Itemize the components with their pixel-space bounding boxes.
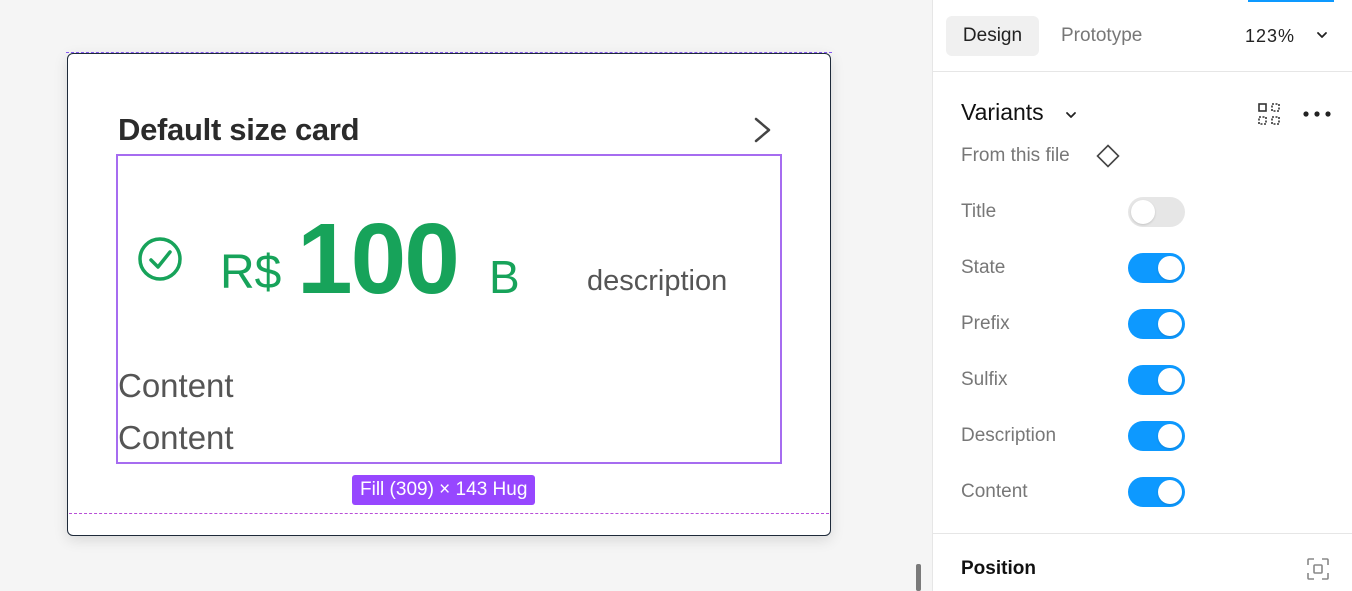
toggle-knob bbox=[1158, 480, 1182, 504]
tab-design[interactable]: Design bbox=[946, 16, 1039, 56]
chevron-right-icon[interactable] bbox=[752, 117, 774, 143]
position-heading: Position bbox=[961, 558, 1036, 579]
tab-prototype[interactable]: Prototype bbox=[1061, 16, 1142, 56]
toggle-sulfix[interactable] bbox=[1128, 365, 1185, 395]
top-accent-bar bbox=[1248, 0, 1334, 2]
value-suffix: B bbox=[489, 251, 520, 303]
toggle-knob bbox=[1158, 368, 1182, 392]
toggle-description[interactable] bbox=[1128, 421, 1185, 451]
prop-label-prefix: Prefix bbox=[961, 313, 1010, 334]
toggle-state[interactable] bbox=[1128, 253, 1185, 283]
value-prefix: R$ bbox=[220, 246, 282, 299]
toggle-content[interactable] bbox=[1128, 477, 1185, 507]
fit-frame-icon[interactable] bbox=[1306, 557, 1330, 581]
zoom-level[interactable]: 123% bbox=[1245, 16, 1295, 56]
toggle-knob bbox=[1158, 424, 1182, 448]
toggle-knob bbox=[1158, 256, 1182, 280]
toggle-knob bbox=[1158, 312, 1182, 336]
prop-label-content: Content bbox=[961, 481, 1028, 502]
card-title: Default size card bbox=[118, 112, 360, 147]
check-circle-icon bbox=[138, 237, 182, 281]
panel-divider bbox=[932, 71, 1352, 72]
canvas-scrollbar[interactable] bbox=[916, 564, 921, 591]
variants-source: From this file bbox=[961, 145, 1070, 166]
prop-label-description: Description bbox=[961, 425, 1057, 446]
toggle-prefix[interactable] bbox=[1128, 309, 1185, 339]
variants-heading[interactable]: Variants bbox=[961, 99, 1044, 126]
prop-label-sulfix: Sulfix bbox=[961, 369, 1008, 390]
chevron-down-icon[interactable] bbox=[1065, 109, 1077, 121]
size-badge: Fill (309) × 143 Hug bbox=[352, 475, 536, 505]
card-padding-guide bbox=[69, 513, 829, 514]
content-line: Content bbox=[118, 367, 234, 404]
diamond-icon[interactable] bbox=[1096, 144, 1120, 168]
prop-label-title: Title bbox=[961, 201, 997, 222]
content-line: Content bbox=[118, 419, 234, 456]
toggle-title[interactable] bbox=[1128, 197, 1185, 227]
panel-divider bbox=[932, 533, 1352, 534]
component-grid-icon[interactable] bbox=[1258, 103, 1280, 125]
prop-label-state: State bbox=[961, 257, 1006, 278]
value-number: 100 bbox=[297, 203, 460, 315]
more-icon[interactable] bbox=[1302, 110, 1332, 118]
value-description: description bbox=[587, 265, 728, 297]
toggle-knob bbox=[1131, 200, 1155, 224]
chevron-down-icon[interactable] bbox=[1316, 29, 1328, 41]
